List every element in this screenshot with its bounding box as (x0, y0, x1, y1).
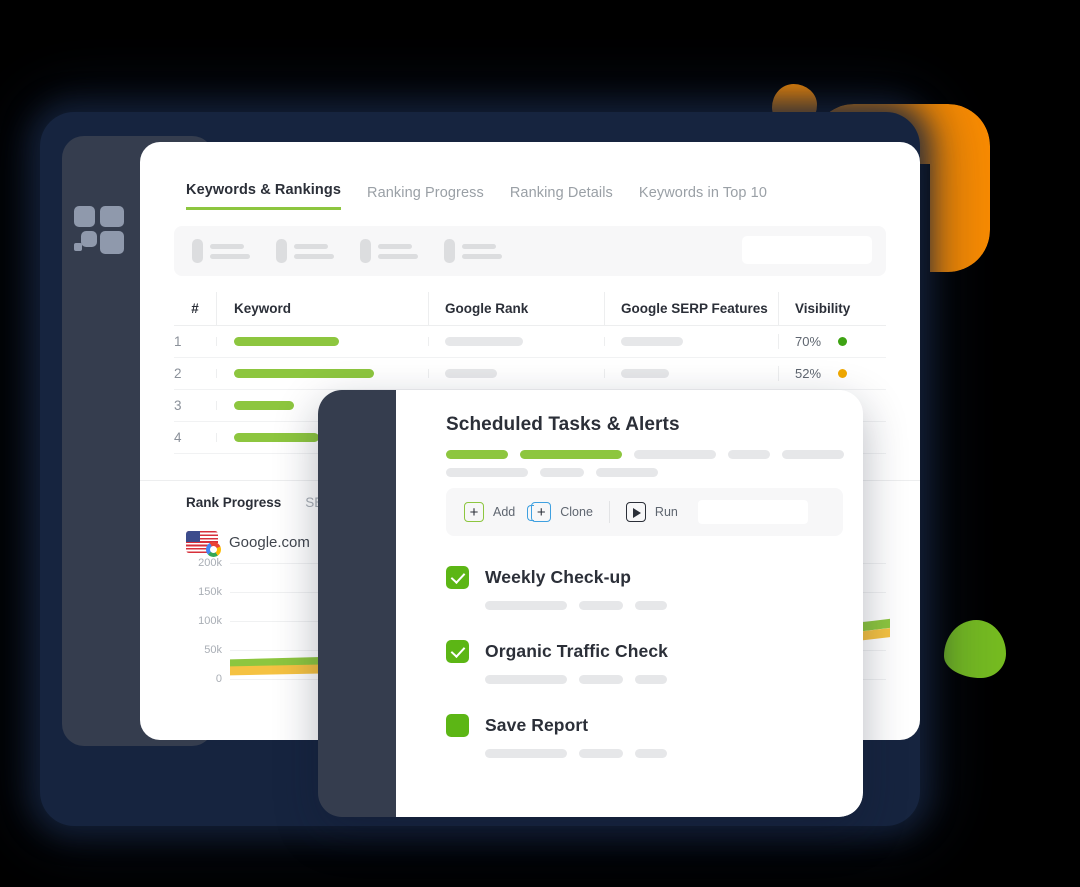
filter-placeholder-lines (210, 243, 250, 259)
task-name: Weekly Check-up (485, 567, 632, 587)
play-icon (625, 502, 646, 522)
column-header-keyword[interactable]: Keyword (216, 292, 428, 325)
list-item[interactable]: Save Report (446, 714, 846, 758)
tab-ranking-details[interactable]: Ranking Details (510, 185, 613, 210)
tab-bar: Keywords & Rankings Ranking Progress Ran… (186, 182, 767, 210)
column-header-serp-features[interactable]: Google SERP Features (604, 292, 778, 325)
row-number: 1 (174, 334, 182, 349)
run-button[interactable]: Run (625, 502, 678, 522)
row-rank-bar (428, 337, 604, 346)
task-meta-skeleton (485, 601, 846, 610)
skeleton-row (446, 450, 846, 459)
task-meta-skeleton (485, 675, 846, 684)
list-item[interactable]: Organic Traffic Check (446, 640, 846, 684)
table-header-row: # Keyword Google Rank Google SERP Featur… (174, 292, 886, 326)
screenshot-root: Keywords & Rankings Ranking Progress Ran… (0, 0, 1080, 887)
row-number: 4 (174, 430, 182, 445)
row-keyword-bar (216, 369, 428, 378)
tab-rank-progress[interactable]: Rank Progress (186, 495, 281, 510)
filter-placeholder-lines (294, 243, 334, 259)
filter-item[interactable] (192, 239, 250, 263)
search-engine-row: Google.com (186, 531, 310, 557)
search-input[interactable] (742, 236, 872, 264)
scheduled-tasks-modal: Scheduled Tasks & Alerts + Add + Clone R… (318, 390, 863, 817)
y-axis-tick: 100k (198, 615, 222, 627)
filter-bar (174, 226, 886, 276)
skeleton-row (446, 468, 846, 477)
task-list: Weekly Check-up Organic Traffic Check Sa… (446, 566, 846, 788)
filter-placeholder-lines (462, 243, 502, 259)
row-rank-bar (428, 369, 604, 378)
row-serp-bar (604, 337, 778, 346)
modal-body: Scheduled Tasks & Alerts + Add + Clone R… (396, 390, 863, 817)
visibility-value: 52% (795, 366, 822, 381)
row-number: 3 (174, 398, 182, 413)
filter-pill-icon (360, 239, 371, 263)
table-row[interactable]: 1 70% (174, 326, 886, 358)
plus-icon (464, 502, 484, 522)
row-keyword-bar (216, 337, 428, 346)
y-axis-tick: 150k (198, 586, 222, 598)
task-name: Organic Traffic Check (485, 641, 668, 661)
task-meta-skeleton (485, 749, 846, 758)
chart-tab-bar: Rank Progress SE (186, 495, 323, 510)
checkbox-unchecked-icon[interactable] (446, 714, 469, 737)
filter-pill-icon (444, 239, 455, 263)
tab-ranking-progress[interactable]: Ranking Progress (367, 185, 484, 210)
tab-keywords-in-top-10[interactable]: Keywords in Top 10 (639, 185, 767, 210)
modal-search-input[interactable] (697, 500, 808, 524)
row-visibility: 70% (778, 334, 886, 349)
filter-item[interactable] (276, 239, 334, 263)
filter-pill-icon (192, 239, 203, 263)
us-flag-icon (186, 531, 221, 557)
add-button-label: Add (493, 505, 516, 519)
list-item[interactable]: Weekly Check-up (446, 566, 846, 610)
checkbox-checked-icon[interactable] (446, 640, 469, 663)
task-name: Save Report (485, 715, 589, 735)
clone-plus-icon (527, 502, 552, 522)
search-engine-name: Google.com (229, 533, 310, 551)
column-header-visibility[interactable]: Visibility (778, 292, 886, 325)
filter-pill-icon (276, 239, 287, 263)
y-axis-tick: 200k (198, 557, 222, 569)
y-axis-tick: 50k (204, 644, 222, 656)
green-blob-decoration (944, 620, 1006, 678)
dashboard-grid-icon[interactable] (74, 206, 126, 254)
toolbar-divider (608, 501, 610, 523)
filter-item[interactable] (360, 239, 418, 263)
modal-toolbar: Add Clone Run (446, 488, 843, 536)
modal-side-rail (318, 390, 400, 817)
filter-item[interactable] (444, 239, 502, 263)
column-header-google-rank[interactable]: Google Rank (428, 292, 604, 325)
row-serp-bar (604, 369, 778, 378)
checkbox-checked-icon[interactable] (446, 566, 469, 589)
row-number: 2 (174, 366, 182, 381)
modal-title: Scheduled Tasks & Alerts (446, 414, 680, 435)
add-button[interactable]: Add (464, 502, 515, 522)
google-g-icon (206, 542, 221, 557)
column-header-number[interactable]: # (174, 292, 216, 325)
clone-button-label: Clone (560, 505, 593, 519)
filter-placeholder-lines (378, 243, 418, 259)
y-axis-tick: 0 (215, 673, 222, 685)
table-row[interactable]: 2 52% (174, 358, 886, 390)
clone-button[interactable]: Clone (527, 502, 593, 522)
tab-keywords-rankings[interactable]: Keywords & Rankings (186, 182, 341, 210)
status-badge (837, 369, 847, 378)
status-badge (837, 337, 847, 346)
visibility-value: 70% (795, 334, 822, 349)
row-visibility: 52% (778, 366, 886, 381)
run-button-label: Run (654, 505, 678, 519)
modal-skeleton-lines (446, 450, 846, 486)
